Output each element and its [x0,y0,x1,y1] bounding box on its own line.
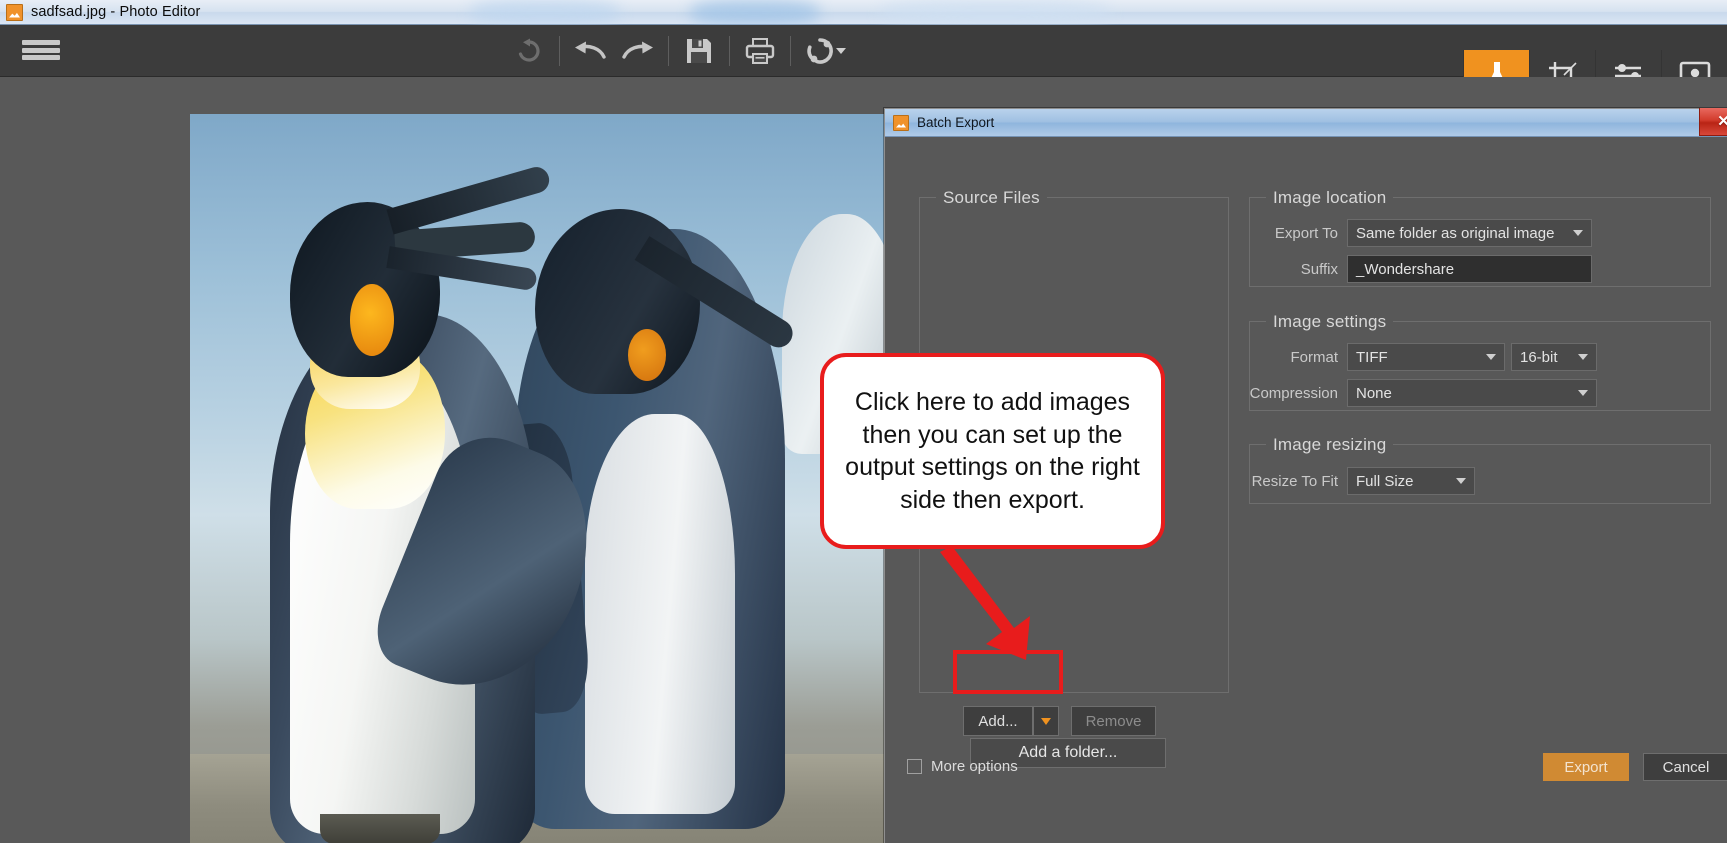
reset-button[interactable] [505,25,553,77]
dialog-icon [893,114,909,131]
bit-depth-select[interactable]: 16-bit [1511,343,1597,371]
format-label: Format [1290,348,1338,366]
compression-row: Compression None [1235,379,1707,407]
dialog-title: Batch Export [917,115,995,130]
annotation-highlight-box [953,650,1063,694]
annotation-callout-text: Click here to add images then you can se… [845,388,1140,514]
image-location-fields: Export To Same folder as original image … [1255,219,1707,291]
dialog-footer-buttons: Export Cancel [1543,753,1727,781]
add-button-group: Add... [963,706,1059,736]
window-title: sadfsad.jpg - Photo Editor [31,4,201,20]
add-a-folder-label: Add a folder... [1018,744,1118,761]
chevron-down-icon [1041,717,1051,725]
export-button-label: Export [1564,758,1608,776]
chevron-down-icon [1456,478,1466,484]
toolbar-divider [559,36,560,66]
resize-to-fit-select[interactable]: Full Size [1347,467,1475,495]
format-row: Format TIFF 16-bit [1235,343,1707,371]
photo-penguin-front-feet [320,814,440,843]
export-button[interactable]: Export [1543,753,1629,781]
resize-to-fit-row: Resize To Fit Full Size [1235,467,1707,495]
close-icon[interactable]: ✕ [1699,108,1727,136]
photo-canvas[interactable] [190,114,915,843]
add-button[interactable]: Add... [963,706,1033,736]
export-to-row: Export To Same folder as original image [1255,219,1707,247]
editor-toolbar [0,25,1727,105]
rotate-dropdown-caret[interactable] [836,48,846,54]
toolbar-actions [505,25,855,77]
rotate-button[interactable] [797,25,855,77]
titlebar-glare-b [690,0,820,25]
chevron-down-icon [1573,230,1583,236]
app-icon [6,3,23,21]
source-files-buttons: Add... Remove [963,706,1156,736]
photo-penguin-back-ear-patch [628,329,666,381]
export-to-value: Same folder as original image [1356,224,1555,242]
compression-label: Compression [1249,384,1338,402]
bit-depth-value: 16-bit [1520,348,1558,366]
image-resizing-legend: Image resizing [1266,435,1394,455]
add-button-label: Add... [978,712,1018,730]
photo-penguin-back-belly [585,414,735,814]
image-settings-legend: Image settings [1266,312,1394,332]
compression-value: None [1356,384,1392,402]
chevron-down-icon [1486,354,1496,360]
resize-to-fit-value: Full Size [1356,472,1414,490]
toolbar-divider [729,36,730,66]
more-options-label: More options [931,758,1018,775]
window-titlebar: sadfsad.jpg - Photo Editor [0,0,1727,25]
hamburger-menu-icon[interactable] [22,36,60,64]
add-dropdown-button[interactable] [1033,706,1059,736]
remove-button[interactable]: Remove [1071,706,1156,736]
dialog-titlebar: Batch Export ✕ [885,108,1727,137]
export-to-label: Export To [1274,224,1338,242]
resize-to-fit-label: Resize To Fit [1251,472,1338,490]
image-resizing-fields: Resize To Fit Full Size [1235,467,1707,503]
image-settings-fields: Format TIFF 16-bit Compression None [1235,343,1707,415]
cancel-button[interactable]: Cancel [1643,753,1727,781]
toolbar-divider [668,36,669,66]
remove-button-label: Remove [1085,712,1142,730]
annotation-callout: Click here to add images then you can se… [820,353,1165,549]
suffix-label: Suffix [1300,260,1338,278]
undo-button[interactable] [566,25,614,77]
close-glyph: ✕ [1717,113,1727,130]
suffix-input[interactable]: _Wondershare [1347,255,1592,283]
save-button[interactable] [675,25,723,77]
photo-penguin-back-head [535,209,700,394]
format-value: TIFF [1356,348,1388,366]
photo-penguin-front-ear-patch [350,284,394,356]
titlebar-glare-c [880,0,1110,25]
image-location-legend: Image location [1266,188,1394,208]
more-options-row[interactable]: More options [907,758,1018,775]
redo-button[interactable] [614,25,662,77]
compression-select[interactable]: None [1347,379,1597,407]
suffix-row: Suffix _Wondershare [1255,255,1707,283]
more-options-checkbox[interactable] [907,759,922,774]
photo-editor-window: sadfsad.jpg - Photo Editor Batch Export … [0,0,1727,843]
suffix-value: _Wondershare [1356,260,1455,278]
format-select[interactable]: TIFF [1347,343,1505,371]
toolbar-divider [790,36,791,66]
print-button[interactable] [736,25,784,77]
chevron-down-icon [1578,354,1588,360]
chevron-down-icon [1578,390,1588,396]
cancel-button-label: Cancel [1662,758,1710,776]
titlebar-glare-a [470,0,620,25]
export-to-select[interactable]: Same folder as original image [1347,219,1592,247]
